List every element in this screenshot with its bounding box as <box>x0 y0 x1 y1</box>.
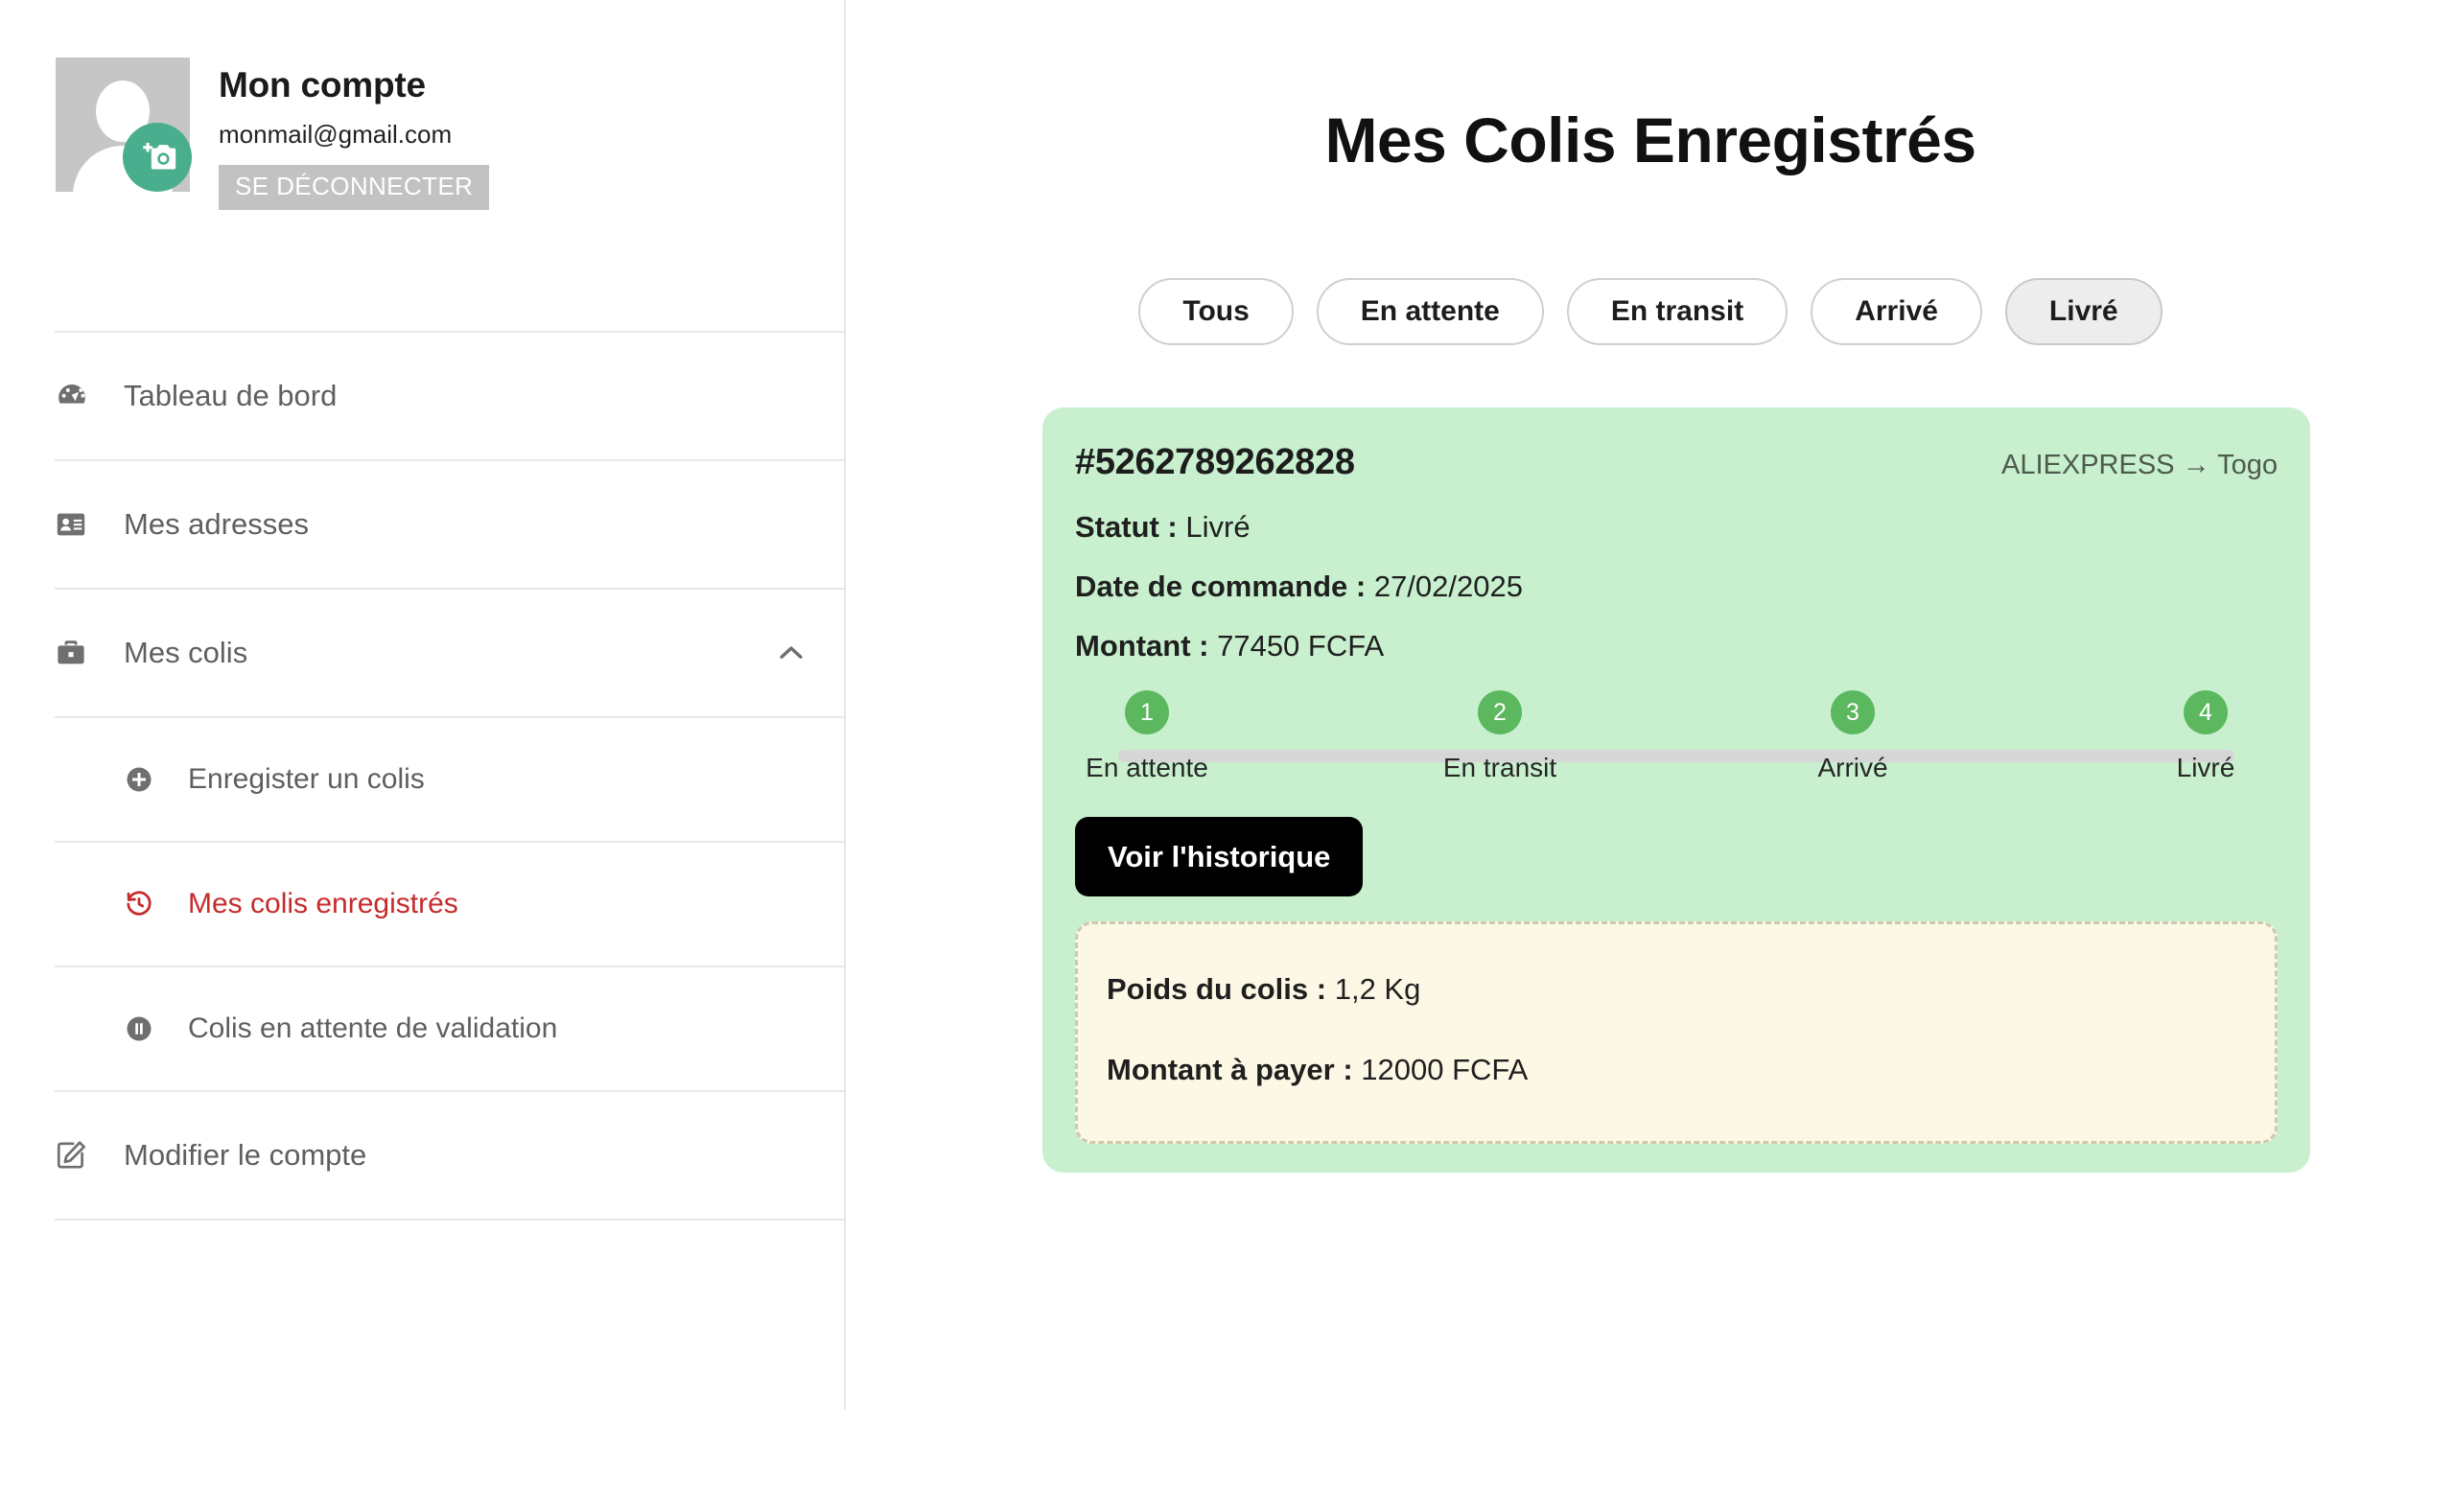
sidebar-item-label: Modifier le compte <box>124 1138 367 1172</box>
parcel-status-value: Livré <box>1185 510 1251 544</box>
stepper-step-4: 4 Livré <box>2134 690 2278 783</box>
logout-button[interactable]: SE DÉCONNECTER <box>219 165 490 210</box>
step-number: 1 <box>1125 690 1169 734</box>
avatar <box>56 58 192 192</box>
parcel-route: ALIEXPRESS → Togo <box>2000 450 2278 480</box>
sidebar-item-colis-en-attente-de-validation[interactable]: Colis en attente de validation <box>0 967 846 1090</box>
parcel-order-date-value: 27/02/2025 <box>1373 570 1523 603</box>
sidebar-item-mes-colis[interactable]: Mes colis <box>0 590 846 716</box>
parcel-payable-label: Montant à payer : <box>1107 1053 1353 1086</box>
parcel-amount-label: Montant : <box>1075 629 1209 663</box>
parcel-status-label: Statut : <box>1075 510 1178 544</box>
step-label: En transit <box>1442 753 1557 782</box>
sidebar-item-label: Enregister un colis <box>188 763 425 795</box>
sidebar-item-label: Mes adresses <box>124 507 309 541</box>
address-card-icon <box>55 508 95 541</box>
pause-circle-icon <box>125 1014 157 1043</box>
account-email: monmail@gmail.com <box>219 120 453 149</box>
step-label: Livré <box>2176 753 2235 782</box>
tracking-number: #5262789262828 <box>1075 442 1355 482</box>
step-label: En attente <box>1086 753 1208 782</box>
parcel-card: #5262789262828 ALIEXPRESS → Togo Statut … <box>1042 407 2310 1173</box>
history-icon <box>125 890 157 919</box>
parcel-payable-value: 12000 FCFA <box>1361 1053 1529 1086</box>
nav-divider <box>55 1219 846 1221</box>
filter-en-attente-button[interactable]: En attente <box>1316 278 1544 345</box>
account-title: Mon compte <box>219 65 426 105</box>
parcel-weight-row: Poids du colis : 1,2 Kg <box>1107 972 2246 1007</box>
filter-en-transit-button[interactable]: En transit <box>1566 278 1789 345</box>
sidebar-item-label: Colis en attente de validation <box>188 1012 558 1044</box>
step-number: 4 <box>2184 690 2228 734</box>
main-content: Mes Colis Enregistrés Tous En attente En… <box>846 0 2455 1512</box>
parcel-order-date-label: Date de commande : <box>1075 570 1367 603</box>
sidebar-item-modifier-le-compte[interactable]: Modifier le compte <box>0 1092 846 1219</box>
sidebar-item-label: Mes colis enregistrés <box>188 888 458 919</box>
step-number: 2 <box>1478 690 1522 734</box>
parcel-status-row: Statut : Livré <box>1075 510 2278 545</box>
sidebar: Mon compte monmail@gmail.com SE DÉCONNEC… <box>0 0 846 1409</box>
stepper-step-1: 1 En attente <box>1075 690 1219 783</box>
chevron-up-icon[interactable] <box>775 637 807 669</box>
parcel-order-date-row: Date de commande : 27/02/2025 <box>1075 570 2278 604</box>
parcel-progress-stepper: 1 En attente 2 En transit 3 Arrivé 4 Liv… <box>1075 690 2278 796</box>
add-photo-icon[interactable] <box>123 123 192 192</box>
app-root: Mon compte monmail@gmail.com SE DÉCONNEC… <box>0 0 2455 1512</box>
filter-arrive-button[interactable]: Arrivé <box>1811 278 1982 345</box>
step-number: 3 <box>1831 690 1875 734</box>
parcel-payment-note: Poids du colis : 1,2 Kg Montant à payer … <box>1075 921 2278 1144</box>
sidebar-nav: Tableau de bord Mes adresses Mes colis E… <box>0 331 846 1221</box>
edit-square-icon <box>55 1139 95 1172</box>
stepper-step-2: 2 En transit <box>1428 690 1572 783</box>
stepper-step-3: 3 Arrivé <box>1781 690 1925 783</box>
dashboard-icon <box>55 379 95 413</box>
filter-tous-button[interactable]: Tous <box>1138 278 1294 345</box>
briefcase-icon <box>55 637 95 669</box>
page-title: Mes Colis Enregistrés <box>1324 105 1976 175</box>
sidebar-item-mes-colis-enregistres[interactable]: Mes colis enregistrés <box>0 843 846 965</box>
parcel-card-header: #5262789262828 ALIEXPRESS → Togo <box>1075 442 2278 483</box>
parcel-meta: Statut : Livré Date de commande : 27/02/… <box>1075 510 2278 663</box>
parcel-payable-row: Montant à payer : 12000 FCFA <box>1107 1053 2246 1087</box>
profile-text: Mon compte monmail@gmail.com SE DÉCONNEC… <box>219 58 490 210</box>
parcel-weight-value: 1,2 Kg <box>1334 972 1421 1006</box>
sidebar-item-enregister-un-colis[interactable]: Enregister un colis <box>0 718 846 841</box>
sidebar-item-label: Mes colis <box>124 636 248 669</box>
status-filter-bar: Tous En attente En transit Arrivé Livré <box>846 278 2455 345</box>
profile-block: Mon compte monmail@gmail.com SE DÉCONNEC… <box>56 58 490 210</box>
parcel-weight-label: Poids du colis : <box>1107 972 1327 1006</box>
sidebar-item-mes-adresses[interactable]: Mes adresses <box>0 461 846 588</box>
filter-livre-button[interactable]: Livré <box>2004 278 2163 345</box>
parcel-amount-value: 77450 FCFA <box>1217 629 1385 663</box>
sidebar-item-label: Tableau de bord <box>124 379 338 412</box>
plus-circle-icon <box>125 765 157 794</box>
parcel-amount-row: Montant : 77450 FCFA <box>1075 629 2278 663</box>
sidebar-item-tableau-de-bord[interactable]: Tableau de bord <box>0 333 846 459</box>
view-history-button[interactable]: Voir l'historique <box>1075 817 1364 896</box>
step-label: Arrivé <box>1817 753 1888 782</box>
